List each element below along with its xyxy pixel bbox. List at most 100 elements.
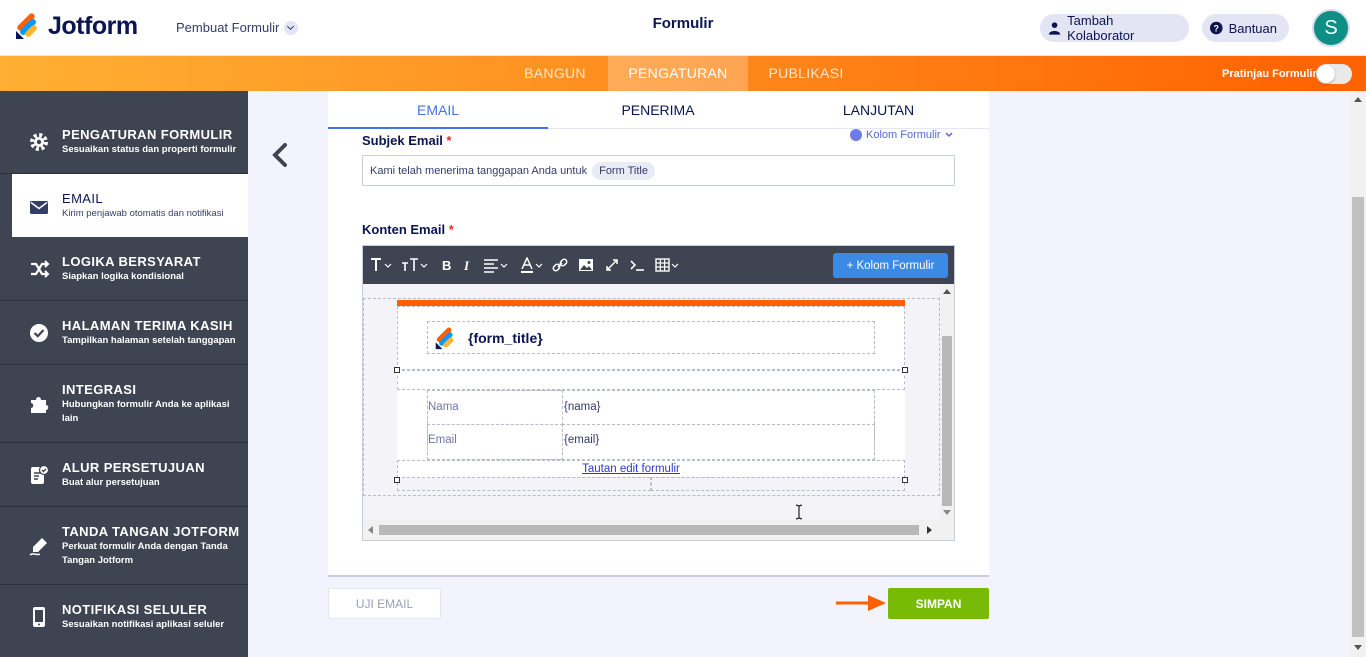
sidebar-item-title: INTEGRASI bbox=[62, 382, 137, 397]
chevron-left-icon[interactable] bbox=[270, 142, 290, 168]
scroll-up-icon[interactable] bbox=[943, 288, 951, 294]
content-label-text: Konten Email bbox=[362, 222, 446, 237]
tab-settings[interactable]: PENGATURAN bbox=[608, 56, 748, 91]
form-fields-dropdown[interactable]: Kolom Formulir bbox=[850, 129, 954, 141]
resize-handle[interactable] bbox=[394, 367, 400, 373]
bold-icon[interactable]: B bbox=[441, 257, 453, 273]
scroll-down-icon[interactable] bbox=[943, 510, 951, 516]
sidebar-item-desc: Hubungkan formulir Anda ke aplikasi lain bbox=[62, 399, 230, 424]
chevron-down-icon bbox=[945, 132, 953, 138]
image-icon[interactable] bbox=[578, 257, 594, 273]
scroll-thumb[interactable] bbox=[379, 525, 919, 535]
email-settings-panel: EMAIL PENERIMA LANJUTAN Subjek Email * K… bbox=[328, 91, 989, 576]
sidebar-item-approval-flow[interactable]: ALUR PERSETUJUAN Buat alur persetujuan bbox=[0, 443, 248, 507]
scroll-left-icon[interactable] bbox=[367, 526, 373, 534]
sidebar-item-title: NOTIFIKASI SELULER bbox=[62, 602, 208, 617]
form-title-tag[interactable]: Form Title bbox=[592, 161, 655, 180]
resize-handle[interactable] bbox=[394, 477, 400, 483]
scroll-right-icon[interactable] bbox=[927, 526, 933, 534]
page-scrollbar[interactable] bbox=[1350, 91, 1366, 657]
check-circle-icon bbox=[30, 324, 48, 342]
user-icon bbox=[1048, 22, 1061, 35]
sidebar-item-title: TANDA TANGAN JOTFORM bbox=[62, 524, 240, 539]
editor-toolbar: B I + Kolom Formulir bbox=[363, 246, 954, 284]
preview-toggle[interactable] bbox=[1316, 64, 1352, 84]
sidebar-item-desc: Buat alur persetujuan bbox=[62, 477, 160, 488]
footer-cell bbox=[651, 477, 905, 491]
sidebar-item-conditional-logic[interactable]: LOGIKA BERSYARAT Siapkan logika kondisio… bbox=[0, 237, 248, 301]
spacer-frame bbox=[397, 370, 905, 390]
svg-text:I: I bbox=[463, 258, 470, 273]
save-button[interactable]: SIMPAN bbox=[888, 588, 989, 619]
sidebar-item-desc: Kirim penjawab otomatis dan notifikasi bbox=[62, 208, 224, 219]
text-color-icon[interactable] bbox=[520, 257, 546, 273]
expand-icon[interactable] bbox=[604, 257, 620, 273]
resize-handle[interactable] bbox=[902, 477, 908, 483]
footer-cell bbox=[397, 477, 651, 491]
scroll-up-icon[interactable] bbox=[1354, 96, 1362, 102]
svg-text:B: B bbox=[442, 258, 451, 273]
puzzle-icon bbox=[31, 397, 49, 413]
question-icon: ? bbox=[1210, 21, 1223, 35]
table-cell bbox=[562, 424, 875, 460]
editor-canvas[interactable]: {form_title} Nama {nama} Email {email} T… bbox=[363, 284, 940, 520]
sidebar-item-title: HALAMAN TERIMA KASIH bbox=[62, 318, 233, 333]
align-icon[interactable] bbox=[483, 257, 509, 273]
italic-icon[interactable]: I bbox=[462, 257, 472, 273]
top-bar: Jotform Pembuat Formulir Formulir Tambah… bbox=[0, 0, 1366, 56]
link-icon[interactable] bbox=[552, 257, 568, 273]
scroll-thumb[interactable] bbox=[942, 336, 952, 506]
text-height-icon[interactable] bbox=[401, 257, 429, 273]
editor-horizontal-scrollbar[interactable] bbox=[363, 520, 954, 540]
edit-form-link[interactable]: Tautan edit formulir bbox=[397, 463, 865, 475]
editor-vertical-scrollbar[interactable] bbox=[940, 284, 954, 520]
envelope-icon bbox=[30, 201, 48, 214]
sidebar-item-form-settings[interactable]: PENGATURAN FORMULIR Sesuaikan status dan… bbox=[0, 110, 248, 174]
avatar[interactable]: S bbox=[1312, 9, 1350, 47]
jotform-logo-icon bbox=[435, 327, 454, 350]
panel-divider bbox=[328, 575, 989, 577]
tab-recipients[interactable]: PENERIMA bbox=[548, 91, 768, 129]
help-button[interactable]: ? Bantuan bbox=[1202, 14, 1289, 42]
resize-handle[interactable] bbox=[902, 367, 908, 373]
tab-advanced[interactable]: LANJUTAN bbox=[768, 91, 989, 129]
sidebar-item-desc: Perkuat formulir Anda dengan Tanda Tanga… bbox=[62, 541, 228, 566]
code-icon[interactable] bbox=[629, 257, 645, 273]
jotform-logo[interactable]: Jotform bbox=[14, 12, 138, 41]
sidebar-item-integrations[interactable]: INTEGRASI Hubungkan formulir Anda ke apl… bbox=[0, 365, 248, 443]
settings-sidebar: PENGATURAN FORMULIR Sesuaikan status dan… bbox=[0, 91, 248, 657]
sidebar-item-email[interactable]: EMAIL Kirim penjawab otomatis dan notifi… bbox=[12, 174, 248, 237]
sidebar-item-desc: Siapkan logika kondisional bbox=[62, 271, 184, 282]
sidebar-item-jotform-sign[interactable]: TANDA TANGAN JOTFORM Perkuat formulir An… bbox=[0, 507, 248, 585]
sidebar-item-thank-you[interactable]: HALAMAN TERIMA KASIH Tampilkan halaman s… bbox=[0, 301, 248, 365]
arrow-right-icon bbox=[836, 595, 886, 611]
subject-label: Subjek Email * bbox=[362, 133, 452, 148]
sidebar-item-title: ALUR PERSETUJUAN bbox=[62, 460, 205, 475]
form-fields-label: Kolom Formulir bbox=[866, 129, 941, 141]
sidebar-item-mobile-notifications[interactable]: NOTIFIKASI SELULER Sesuaikan notifikasi … bbox=[0, 585, 248, 657]
mobile-icon bbox=[33, 607, 45, 627]
builder-dropdown[interactable]: Pembuat Formulir bbox=[176, 20, 299, 35]
sidebar-item-title: LOGIKA BERSYARAT bbox=[62, 254, 201, 269]
font-size-icon[interactable] bbox=[370, 257, 392, 273]
required-mark: * bbox=[446, 133, 452, 148]
scroll-down-icon[interactable] bbox=[1354, 645, 1362, 651]
add-form-field-button[interactable]: + Kolom Formulir bbox=[833, 253, 948, 278]
shuffle-icon bbox=[31, 260, 50, 278]
subject-input[interactable]: Kami telah menerima tanggapan Anda untuk… bbox=[362, 155, 955, 186]
email-content-editor: B I + Kolom Formulir {form_title} Nama {… bbox=[362, 245, 955, 541]
table-icon[interactable] bbox=[655, 257, 681, 273]
tab-build[interactable]: BANGUN bbox=[512, 56, 598, 91]
tab-publish[interactable]: PUBLIKASI bbox=[758, 56, 854, 91]
table-cell bbox=[562, 390, 875, 425]
test-email-button[interactable]: UJI EMAIL bbox=[328, 588, 441, 619]
scroll-thumb[interactable] bbox=[1352, 197, 1364, 637]
sidebar-item-title: EMAIL bbox=[62, 191, 104, 206]
tab-email[interactable]: EMAIL bbox=[328, 91, 548, 129]
builder-label: Pembuat Formulir bbox=[176, 20, 280, 35]
add-collaborator-button[interactable]: Tambah Kolaborator bbox=[1040, 13, 1189, 43]
svg-text:?: ? bbox=[1214, 24, 1219, 34]
table-row-label: Email bbox=[428, 434, 457, 446]
subject-text: Kami telah menerima tanggapan Anda untuk bbox=[370, 164, 588, 177]
help-label: Bantuan bbox=[1228, 20, 1277, 36]
